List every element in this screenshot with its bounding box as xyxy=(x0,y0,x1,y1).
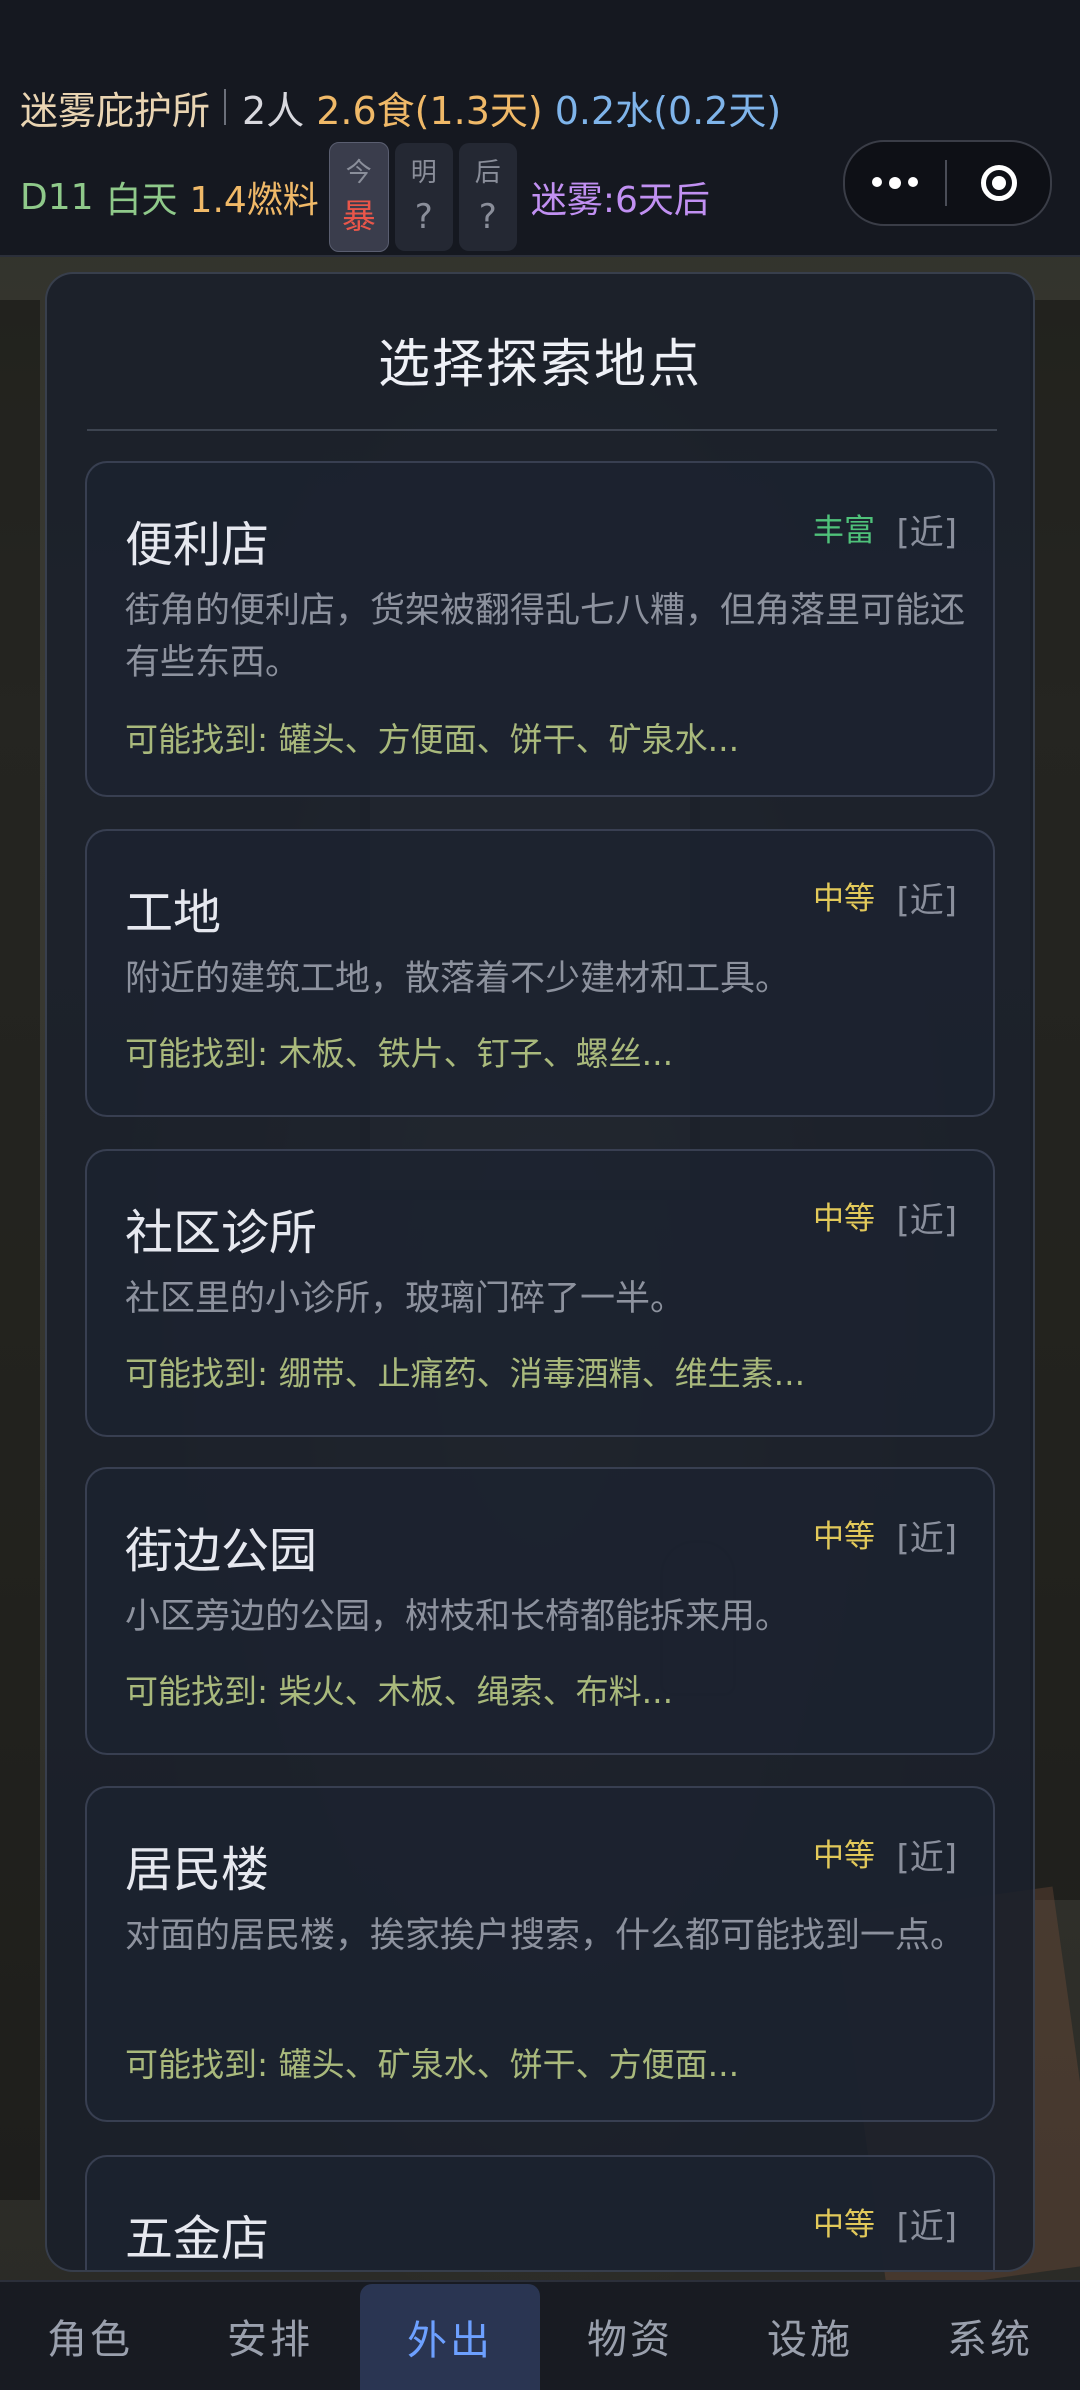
tab-facilities[interactable]: 设施 xyxy=(720,2282,900,2390)
distance-tag: [近] xyxy=(896,1519,957,1559)
status-row-day: D11 白天 1.4燃料 今 暴 明 ? 后 ? 迷雾:6天后 xyxy=(20,142,710,252)
possible-finds: 可能找到: 柴火、木板、绳索、布料... xyxy=(125,1672,674,1711)
tab-go-out[interactable]: 外出 xyxy=(360,2284,540,2390)
panel-title: 选择探索地点 xyxy=(377,335,702,395)
shelter-name: 迷雾庇护所 xyxy=(20,88,211,133)
weather-day-after-value: ? xyxy=(478,197,497,237)
fuel-stock: 1.4燃料 xyxy=(189,180,319,221)
resource-level: 中等 xyxy=(813,2207,875,2243)
location-name: 便利店 xyxy=(125,517,270,573)
day-counter: D11 xyxy=(20,176,94,218)
status-header: 迷雾庇护所 2人 2.6食(1.3天) 0.2水(0.2天) D11 白天 1.… xyxy=(0,0,1080,257)
bottom-tab-bar: 角色 安排 外出 物资 设施 系统 xyxy=(0,2280,1080,2390)
distance-tag: [近] xyxy=(896,1201,957,1241)
status-row-resources: 迷雾庇护所 2人 2.6食(1.3天) 0.2水(0.2天) xyxy=(20,82,782,133)
tab-arrange[interactable]: 安排 xyxy=(180,2282,360,2390)
resource-level: 中等 xyxy=(813,1201,875,1237)
resource-level: 中等 xyxy=(813,881,875,917)
possible-finds: 可能找到: 罐头、方便面、饼干、矿泉水... xyxy=(125,720,740,759)
distance-tag: [近] xyxy=(896,881,957,921)
location-description: 社区里的小诊所，玻璃门碎了一半。 xyxy=(125,1279,686,1319)
people-count: 2人 xyxy=(242,88,305,133)
close-target-icon[interactable] xyxy=(947,165,1050,201)
resource-level: 丰富 xyxy=(813,513,875,549)
possible-finds: 可能找到: 罐头、矿泉水、饼干、方便面... xyxy=(125,2045,740,2084)
resource-level: 中等 xyxy=(813,1838,875,1874)
location-name: 居民楼 xyxy=(125,1842,270,1898)
food-stock: 2.6食(1.3天) xyxy=(316,88,543,133)
location-description: 对面的居民楼，挨家挨户搜索，什么都可能找到一点。 xyxy=(125,1916,966,1956)
location-name: 街边公园 xyxy=(125,1523,318,1579)
possible-finds: 可能找到: 绷带、止痛药、消毒酒精、维生素... xyxy=(125,1354,806,1393)
location-card[interactable]: 便利店 丰富 [近] 街角的便利店，货架被翻得乱七八糟，但角落里可能还有些东西。… xyxy=(85,461,995,797)
location-description: 附近的建筑工地，散落着不少建材和工具。 xyxy=(125,959,791,999)
miniprogram-capsule xyxy=(843,140,1052,226)
location-name: 工地 xyxy=(125,885,222,941)
location-card[interactable]: 居民楼 中等 [近] 对面的居民楼，挨家挨户搜索，什么都可能找到一点。 可能找到… xyxy=(85,1786,995,2122)
weather-today: 今 暴 xyxy=(328,142,389,252)
weather-day-after: 后 ? xyxy=(458,143,517,251)
daytime-label: 白天 xyxy=(105,180,178,221)
resource-level: 中等 xyxy=(813,1519,875,1555)
weather-tomorrow: 明 ? xyxy=(394,143,453,251)
title-divider xyxy=(87,429,997,431)
more-icon[interactable] xyxy=(845,177,945,189)
weather-today-label: 今 xyxy=(345,158,372,188)
location-card[interactable]: 社区诊所 中等 [近] 社区里的小诊所，玻璃门碎了一半。 可能找到: 绷带、止痛… xyxy=(85,1149,995,1437)
divider xyxy=(224,89,227,125)
tab-system[interactable]: 系统 xyxy=(900,2282,1080,2390)
location-name: 五金店 xyxy=(125,2211,270,2267)
distance-tag: [近] xyxy=(896,2207,957,2247)
distance-tag: [近] xyxy=(896,513,957,553)
tab-character[interactable]: 角色 xyxy=(0,2282,180,2390)
explore-location-panel: 选择探索地点 便利店 丰富 [近] 街角的便利店，货架被翻得乱七八糟，但角落里可… xyxy=(45,272,1035,2272)
weather-day-after-label: 后 xyxy=(474,158,501,188)
fog-countdown: 迷雾:6天后 xyxy=(530,180,710,221)
weather-today-value: 暴 xyxy=(341,197,376,237)
distance-tag: [近] xyxy=(896,1838,957,1878)
weather-tomorrow-value: ? xyxy=(414,197,433,237)
location-card[interactable]: 五金店 中等 [近] xyxy=(85,2155,995,2270)
tab-supplies[interactable]: 物资 xyxy=(540,2282,720,2390)
location-description: 小区旁边的公园，树枝和长椅都能拆来用。 xyxy=(125,1597,791,1637)
possible-finds: 可能找到: 木板、铁片、钉子、螺丝... xyxy=(125,1034,674,1073)
weather-tomorrow-label: 明 xyxy=(410,158,437,188)
location-description: 街角的便利店，货架被翻得乱七八糟，但角落里可能还有些东西。 xyxy=(125,591,966,683)
location-name: 社区诊所 xyxy=(125,1205,318,1261)
location-card[interactable]: 工地 中等 [近] 附近的建筑工地，散落着不少建材和工具。 可能找到: 木板、铁… xyxy=(85,829,995,1117)
water-stock: 0.2水(0.2天) xyxy=(554,88,782,133)
location-card[interactable]: 街边公园 中等 [近] 小区旁边的公园，树枝和长椅都能拆来用。 可能找到: 柴火… xyxy=(85,1467,995,1755)
